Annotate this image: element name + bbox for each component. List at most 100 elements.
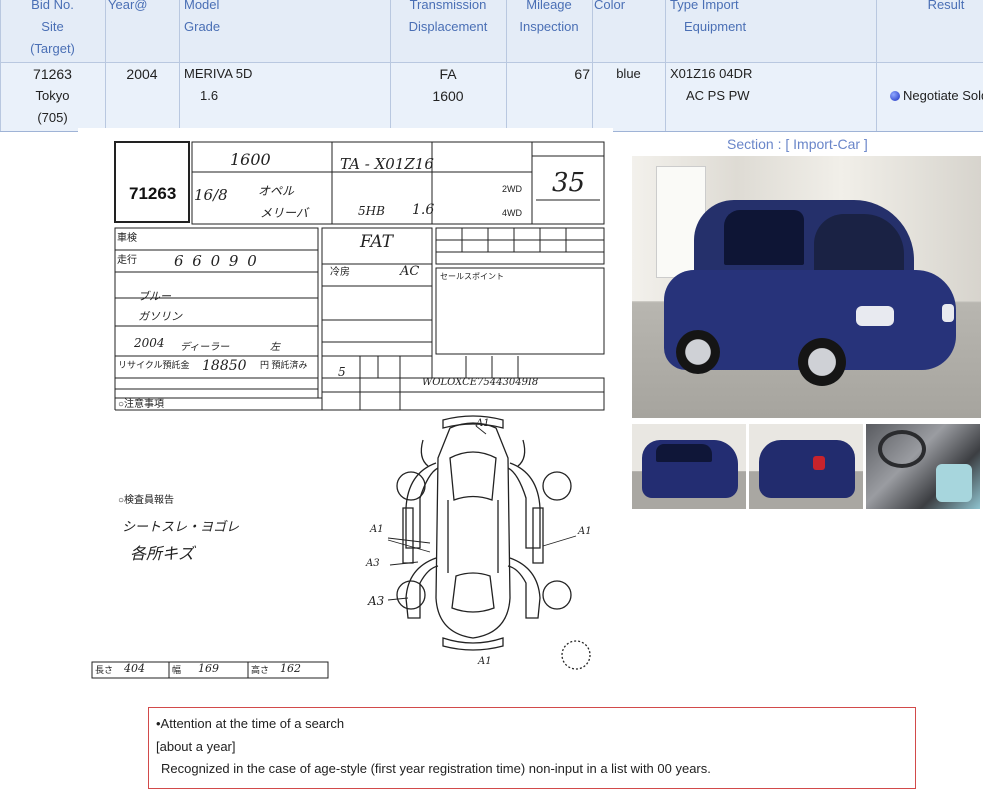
label-4wd: 4WD <box>502 208 522 218</box>
cell-year: 2004 <box>126 66 158 82</box>
header-year[interactable]: Year@ <box>108 0 147 16</box>
car-wheel <box>798 338 846 386</box>
hw-grade: 1.6 <box>412 202 435 218</box>
model: MERIVA 5D <box>184 66 253 81</box>
hw-width: 169 <box>198 662 219 675</box>
hw-maker: オペル <box>258 184 295 198</box>
hw-dealer: ディーラー <box>180 342 230 353</box>
hw-shift: FAT <box>360 232 394 252</box>
car-window <box>724 210 804 265</box>
header-bid-site-target[interactable]: Bid No. Site (Target) <box>0 0 105 60</box>
header-mileage-inspection[interactable]: Mileage Inspection <box>506 0 592 38</box>
thumb-interior-wheel <box>878 430 926 468</box>
equipment: AC PS PW <box>686 88 750 103</box>
header-mileage: Mileage <box>526 0 572 12</box>
header-transmission: Transmission <box>409 0 487 12</box>
hw-handle: 左 <box>270 342 280 353</box>
cell-transmission: FA 1600 <box>390 63 506 107</box>
label-reitou: 冷房 <box>330 267 350 278</box>
hw-model: メリーバ <box>260 206 308 220</box>
damage-label: A3 <box>366 558 380 569</box>
transmission: FA <box>439 66 457 82</box>
hw-odometer: 6 6 0 9 0 <box>174 252 259 270</box>
mileage: 67 <box>574 66 590 82</box>
car-body <box>664 200 956 390</box>
hw-height: 162 <box>280 662 301 675</box>
damage-label: A1 <box>578 526 592 537</box>
car-headlight <box>856 306 894 326</box>
color: blue <box>616 66 641 81</box>
damage-label: A1 <box>370 524 384 535</box>
hw-chassis: WOLOXCE75443049I8 <box>422 377 539 388</box>
hw-capacity: 5 <box>338 365 346 379</box>
search-notice: •Attention at the time of a search [abou… <box>148 707 916 789</box>
header-year-label: Year@ <box>108 0 148 12</box>
hw-model-year: 2004 <box>134 336 165 350</box>
label-sales-points: セールスポイント <box>440 272 504 281</box>
thumb-photo-2[interactable] <box>749 424 863 509</box>
hw-length: 404 <box>124 662 145 675</box>
site: Tokyo <box>35 88 70 103</box>
hw-type-code: TA - X01Z16 <box>340 155 434 173</box>
header-model-grade[interactable]: Model Grade <box>184 0 220 38</box>
thumb-car-taillight <box>813 456 825 470</box>
lot-number: 71263 <box>129 184 177 203</box>
label-height: 高さ <box>251 665 270 675</box>
label-shaken: 車検 <box>117 233 137 244</box>
col-divider <box>876 0 877 131</box>
label-recycle: リサイクル預託金 <box>118 360 190 370</box>
hw-inspector-note-1: シートスレ・ヨゴレ <box>122 520 240 535</box>
grade: 1.6 <box>200 88 219 103</box>
label-2wd: 2WD <box>502 184 522 194</box>
label-width: 幅 <box>172 665 182 675</box>
header-result[interactable]: Result <box>876 0 983 16</box>
auction-sheet[interactable]: 71263 1600 TA - X01Z16 35 16/8 オペル メリーバ … <box>78 128 613 690</box>
header-equipment: Equipment <box>684 19 747 34</box>
car-wheel <box>676 330 720 374</box>
target: (705) <box>37 110 68 125</box>
hw-inspector-note-2: 各所キズ <box>130 544 195 563</box>
thumb-interior-seat <box>936 464 972 502</box>
section-label[interactable]: Section : [ Import-Car ] <box>727 136 868 152</box>
cell-model-grade: MERIVA 5D 1.6 <box>184 63 252 107</box>
hw-color: ブルー <box>138 290 171 303</box>
main-car-photo[interactable] <box>632 156 981 418</box>
header-target: (Target) <box>30 41 75 56</box>
hw-score: 35 <box>552 168 586 198</box>
header-bid-no: Bid No. <box>31 0 74 12</box>
col-divider <box>179 0 180 131</box>
thumb-photo-3[interactable] <box>866 424 980 509</box>
hw-year: 16/8 <box>194 186 228 204</box>
cell-type-equipment: X01Z16 04DR AC PS PW <box>670 63 752 107</box>
hw-ac: AC <box>400 264 420 279</box>
result-cell[interactable]: Negotiate Sold <box>890 85 983 107</box>
header-model: Model <box>184 0 220 12</box>
damage-label: A1 <box>476 418 490 429</box>
col-divider <box>665 0 666 131</box>
hw-doors: 5HB <box>358 204 385 218</box>
header-color[interactable]: Color <box>594 0 625 16</box>
notice-line-1: •Attention at the time of a search <box>156 716 345 731</box>
result-text: Negotiate Sold <box>903 88 983 103</box>
displacement: 1600 <box>432 88 464 104</box>
thumb-car-body <box>759 440 855 498</box>
label-soukou: 走行 <box>117 255 137 266</box>
damage-label: A3 <box>368 594 385 608</box>
label-notes: ○注意事項 <box>118 399 165 410</box>
hw-recycle-fee: 18850 <box>202 358 247 374</box>
label-report: ○検査員報告 <box>118 495 175 506</box>
notice-line-2: [about a year] <box>156 739 236 754</box>
header-type-import: Type Import <box>670 0 739 12</box>
header-result-label: Result <box>927 0 965 12</box>
cell-bid-site: 71263 Tokyo (705) <box>0 63 105 129</box>
header-displacement: Displacement <box>408 19 488 34</box>
lot-number-box: 71263 <box>115 142 187 220</box>
header-transmission-displacement[interactable]: Transmission Displacement <box>390 0 506 38</box>
hw-fuel: ガソリン <box>138 310 182 323</box>
bid-no[interactable]: 71263 <box>0 63 105 85</box>
label-paid: 円 預託済み <box>260 360 308 370</box>
damage-label: A1 <box>478 656 492 667</box>
header-color-label: Color <box>594 0 626 12</box>
header-type-equipment[interactable]: Type Import Equipment <box>670 0 870 38</box>
thumb-photo-1[interactable] <box>632 424 746 509</box>
